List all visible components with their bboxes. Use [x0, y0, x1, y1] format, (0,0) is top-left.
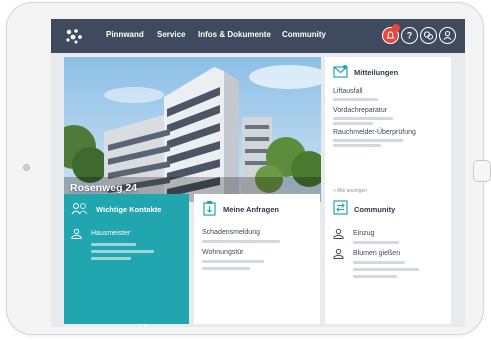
community-post[interactable]: Einzug: [353, 230, 374, 237]
text-placeholder: [202, 267, 250, 270]
text-placeholder: [91, 257, 131, 260]
clipboard-icon: [203, 201, 216, 216]
help-icon[interactable]: ?: [401, 27, 418, 44]
nav-item-service[interactable]: Service: [157, 30, 185, 39]
app-logo-icon[interactable]: [65, 28, 83, 44]
list-item[interactable]: Rauchmelder-Überprüfung: [333, 129, 416, 136]
text-placeholder: [333, 139, 403, 142]
carousel-dots[interactable]: [138, 314, 149, 327]
text-placeholder: [353, 241, 399, 244]
contacts-card[interactable]: Wichtige Kontakte Hausmeister: [64, 194, 189, 327]
card-title: Meine Anfragen: [223, 205, 279, 214]
chat-icon[interactable]: [420, 27, 437, 44]
tablet-camera: [23, 164, 30, 171]
person-icon: [333, 228, 344, 239]
text-placeholder: [202, 260, 264, 263]
text-placeholder: [202, 240, 280, 243]
contact-name[interactable]: Hausmeister: [91, 230, 130, 237]
tablet-home-button: [473, 160, 491, 182]
text-placeholder: [91, 250, 154, 253]
building-address: Rosenweg 24: [70, 182, 138, 194]
app-screen: Pinnwand Service Infos & Dokumente Commu…: [51, 19, 465, 327]
text-placeholder: [353, 261, 405, 264]
text-placeholder: [333, 117, 393, 120]
building-photo: [64, 57, 321, 202]
text-placeholder: [333, 98, 378, 101]
text-placeholder: [333, 144, 381, 147]
text-placeholder: [333, 122, 373, 125]
requests-card[interactable]: Meine Anfragen Schadensmeldung Wohnungst…: [194, 194, 320, 324]
mitteilungen-card[interactable]: Mitteilungen Liftausfall Vordachreparatu…: [325, 57, 451, 202]
carousel-dot-active[interactable]: [143, 323, 147, 327]
carousel-dot[interactable]: [138, 323, 142, 327]
notification-icon[interactable]: [382, 24, 400, 44]
text-placeholder: [353, 268, 419, 271]
text-placeholder: [91, 243, 136, 246]
request-item[interactable]: Wohnungstür: [202, 249, 244, 256]
building-hero-card[interactable]: Rosenweg 24: [64, 57, 321, 202]
nav-item-infos-dokumente[interactable]: Infos & Dokumente: [198, 30, 271, 39]
person-icon: [333, 248, 344, 259]
nav-item-pinnwand[interactable]: Pinnwand: [106, 30, 144, 39]
request-item[interactable]: Schadensmeldung: [202, 229, 260, 236]
top-navigation: Pinnwand Service Infos & Dokumente Commu…: [51, 19, 465, 53]
exchange-icon: [333, 200, 348, 215]
svg-text:?: ?: [407, 31, 413, 41]
user-icon[interactable]: [439, 27, 456, 44]
card-title: Community: [354, 205, 396, 214]
text-placeholder: [353, 275, 397, 278]
nav-item-community[interactable]: Community: [282, 30, 326, 39]
list-item[interactable]: Vordachreparatur: [333, 107, 387, 114]
notification-badge: [392, 24, 400, 32]
community-card[interactable]: Community Einzug Blumen gießen: [325, 194, 451, 324]
community-post[interactable]: Blumen gießen: [353, 250, 400, 257]
person-icon: [71, 228, 82, 239]
card-title: Wichtige Kontakte: [96, 205, 162, 214]
card-title: Mitteilungen: [354, 68, 399, 77]
contacts-icon: [71, 202, 88, 215]
list-item[interactable]: Liftausfall: [333, 88, 363, 95]
tablet-frame: Pinnwand Service Infos & Dokumente Commu…: [6, 2, 491, 335]
envelope-icon: [333, 65, 348, 78]
